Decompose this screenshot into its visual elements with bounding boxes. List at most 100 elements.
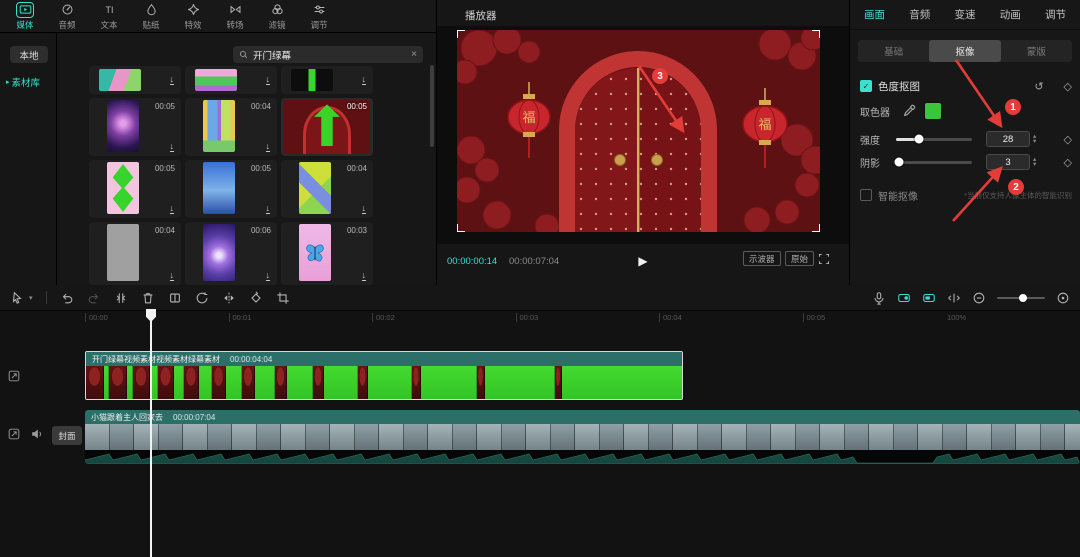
- resize-handle[interactable]: [812, 224, 820, 232]
- play-button[interactable]: ▶: [638, 254, 647, 268]
- smart-key-checkbox[interactable]: [860, 189, 872, 201]
- color-picker-row: 取色器: [860, 102, 1072, 120]
- zoom-slider-knob[interactable]: [1019, 293, 1028, 302]
- main-video-clip[interactable]: 小猫跟着主人回家去 00:00:07:04: [85, 410, 1080, 464]
- eyedropper-icon[interactable]: [902, 104, 916, 118]
- toolbar-tab-effects[interactable]: 特效: [174, 2, 212, 31]
- strength-stepper[interactable]: ▴ ▾: [1033, 133, 1036, 145]
- tab-画面[interactable]: 画面: [864, 7, 885, 22]
- green-screen-clip[interactable]: 开门绿幕视频素材视频素材绿幕素材 00:00:04:04: [85, 351, 683, 400]
- green-screen-segment: [287, 366, 313, 399]
- track-toggle-icon[interactable]: [7, 369, 21, 383]
- undo-icon[interactable]: [60, 291, 74, 305]
- download-icon[interactable]: ↓: [361, 271, 366, 281]
- select-icon[interactable]: [10, 291, 24, 305]
- shadow-value[interactable]: 3: [986, 154, 1030, 170]
- toolbar-tab-sticker[interactable]: 贴纸: [132, 2, 170, 31]
- strength-value[interactable]: 28: [986, 131, 1030, 147]
- fit-width-icon[interactable]: [947, 291, 961, 305]
- picked-color-swatch[interactable]: [924, 102, 942, 120]
- media-scrollbar[interactable]: [430, 65, 434, 147]
- toolbar-tab-filter[interactable]: 滤镜: [258, 2, 296, 31]
- redo-icon[interactable]: [87, 291, 101, 305]
- player-panel-title: 播放器: [465, 10, 497, 22]
- tab-变速[interactable]: 变速: [955, 7, 976, 22]
- download-icon[interactable]: ↓: [265, 271, 270, 281]
- media-item[interactable]: ↓: [185, 66, 277, 94]
- download-icon[interactable]: ↓: [265, 204, 270, 214]
- mute-track-icon[interactable]: [30, 427, 44, 441]
- sidebar-item-library[interactable]: ▸ 素材库: [6, 75, 40, 89]
- toolbar-tab-adjust[interactable]: 调节: [300, 2, 338, 31]
- timeline-zoom-slider[interactable]: [997, 293, 1045, 302]
- zoom-out-icon[interactable]: [972, 291, 986, 305]
- stepper-down-icon[interactable]: ▾: [1033, 161, 1036, 168]
- split-icon[interactable]: [114, 291, 128, 305]
- rotate-icon[interactable]: [249, 291, 263, 305]
- download-icon[interactable]: ↓: [169, 271, 174, 281]
- tab-动画[interactable]: 动画: [1000, 7, 1021, 22]
- download-icon[interactable]: ↓: [169, 204, 174, 214]
- tab-调节[interactable]: 调节: [1045, 7, 1066, 22]
- download-icon[interactable]: ↓: [169, 142, 174, 152]
- strength-slider[interactable]: [896, 134, 972, 144]
- sidebar-item-local[interactable]: 本地: [10, 46, 48, 63]
- subtab-基础[interactable]: 基础: [858, 40, 929, 62]
- keyframe-icon[interactable]: ◇: [1064, 133, 1072, 146]
- mirror-icon[interactable]: [222, 291, 236, 305]
- toolbar-tab-audio[interactable]: 音频: [48, 2, 86, 31]
- download-icon[interactable]: ↓: [265, 75, 270, 85]
- track-toggle-icon[interactable]: [7, 427, 21, 441]
- resize-handle[interactable]: [457, 30, 465, 38]
- media-item[interactable]: 00:05: [281, 98, 373, 156]
- freeze-frame-icon[interactable]: [168, 291, 182, 305]
- subtab-抠像[interactable]: 抠像: [929, 40, 1001, 62]
- media-item[interactable]: ↓: [281, 66, 373, 94]
- media-item[interactable]: 00:04 ↓: [89, 222, 181, 285]
- filmstrip-frame: [869, 424, 894, 450]
- media-item[interactable]: 00:06 ↓: [185, 222, 277, 285]
- media-item[interactable]: 00:05 ↓: [89, 160, 181, 218]
- subtab-蒙版[interactable]: 蒙版: [1001, 40, 1072, 62]
- media-item[interactable]: 00:05 ↓: [185, 160, 277, 218]
- search-input[interactable]: 开门绿幕 ×: [233, 46, 423, 63]
- media-item[interactable]: 00:05 ↓: [89, 98, 181, 156]
- original-button[interactable]: 原始: [785, 251, 815, 266]
- resize-handle[interactable]: [457, 224, 465, 232]
- tab-音频[interactable]: 音频: [909, 7, 930, 22]
- reset-icon[interactable]: ↺: [1034, 80, 1043, 93]
- download-icon[interactable]: ↓: [361, 75, 366, 85]
- smart-key-hint: *当前仅支持人像主体的智能识别: [964, 190, 1072, 200]
- clear-search-icon[interactable]: ×: [411, 49, 417, 60]
- download-icon[interactable]: ↓: [169, 75, 174, 85]
- filmstrip-frame: [412, 366, 421, 399]
- fullscreen-icon[interactable]: [818, 252, 830, 270]
- crop-icon[interactable]: [276, 291, 290, 305]
- zoom-locate-icon[interactable]: [1056, 291, 1070, 305]
- preview-toggle-icon[interactable]: [922, 291, 936, 305]
- media-item[interactable]: 00:03 ↓: [281, 222, 373, 285]
- scope-button[interactable]: 示波器: [743, 251, 781, 266]
- shadow-slider[interactable]: [894, 157, 972, 167]
- cover-button[interactable]: 封面: [52, 426, 82, 445]
- download-icon[interactable]: ↓: [265, 142, 270, 152]
- media-item[interactable]: 00:04 ↓: [185, 98, 277, 156]
- mic-icon[interactable]: [872, 291, 886, 305]
- delete-icon[interactable]: [141, 291, 155, 305]
- toolbar-tab-transition[interactable]: 转场: [216, 2, 254, 31]
- resize-handle[interactable]: [812, 30, 820, 38]
- download-icon[interactable]: ↓: [361, 204, 366, 214]
- keyframe-icon[interactable]: ◇: [1064, 156, 1072, 169]
- toolbar-tab-media[interactable]: 媒体: [6, 1, 44, 31]
- video-preview[interactable]: 福 福: [457, 30, 820, 232]
- chevron-down-icon[interactable]: ▾: [29, 294, 33, 302]
- stepper-down-icon[interactable]: ▾: [1033, 138, 1036, 145]
- keyframe-icon[interactable]: ◇: [1064, 80, 1072, 93]
- toolbar-tab-text[interactable]: TI 文本: [90, 2, 128, 31]
- media-item[interactable]: ↓: [89, 66, 181, 94]
- snap-toggle-icon[interactable]: [897, 291, 911, 305]
- chroma-key-checkbox[interactable]: ✓: [860, 80, 872, 92]
- media-item[interactable]: 00:04 ↓: [281, 160, 373, 218]
- shadow-stepper[interactable]: ▴ ▾: [1033, 156, 1036, 168]
- reverse-icon[interactable]: [195, 291, 209, 305]
